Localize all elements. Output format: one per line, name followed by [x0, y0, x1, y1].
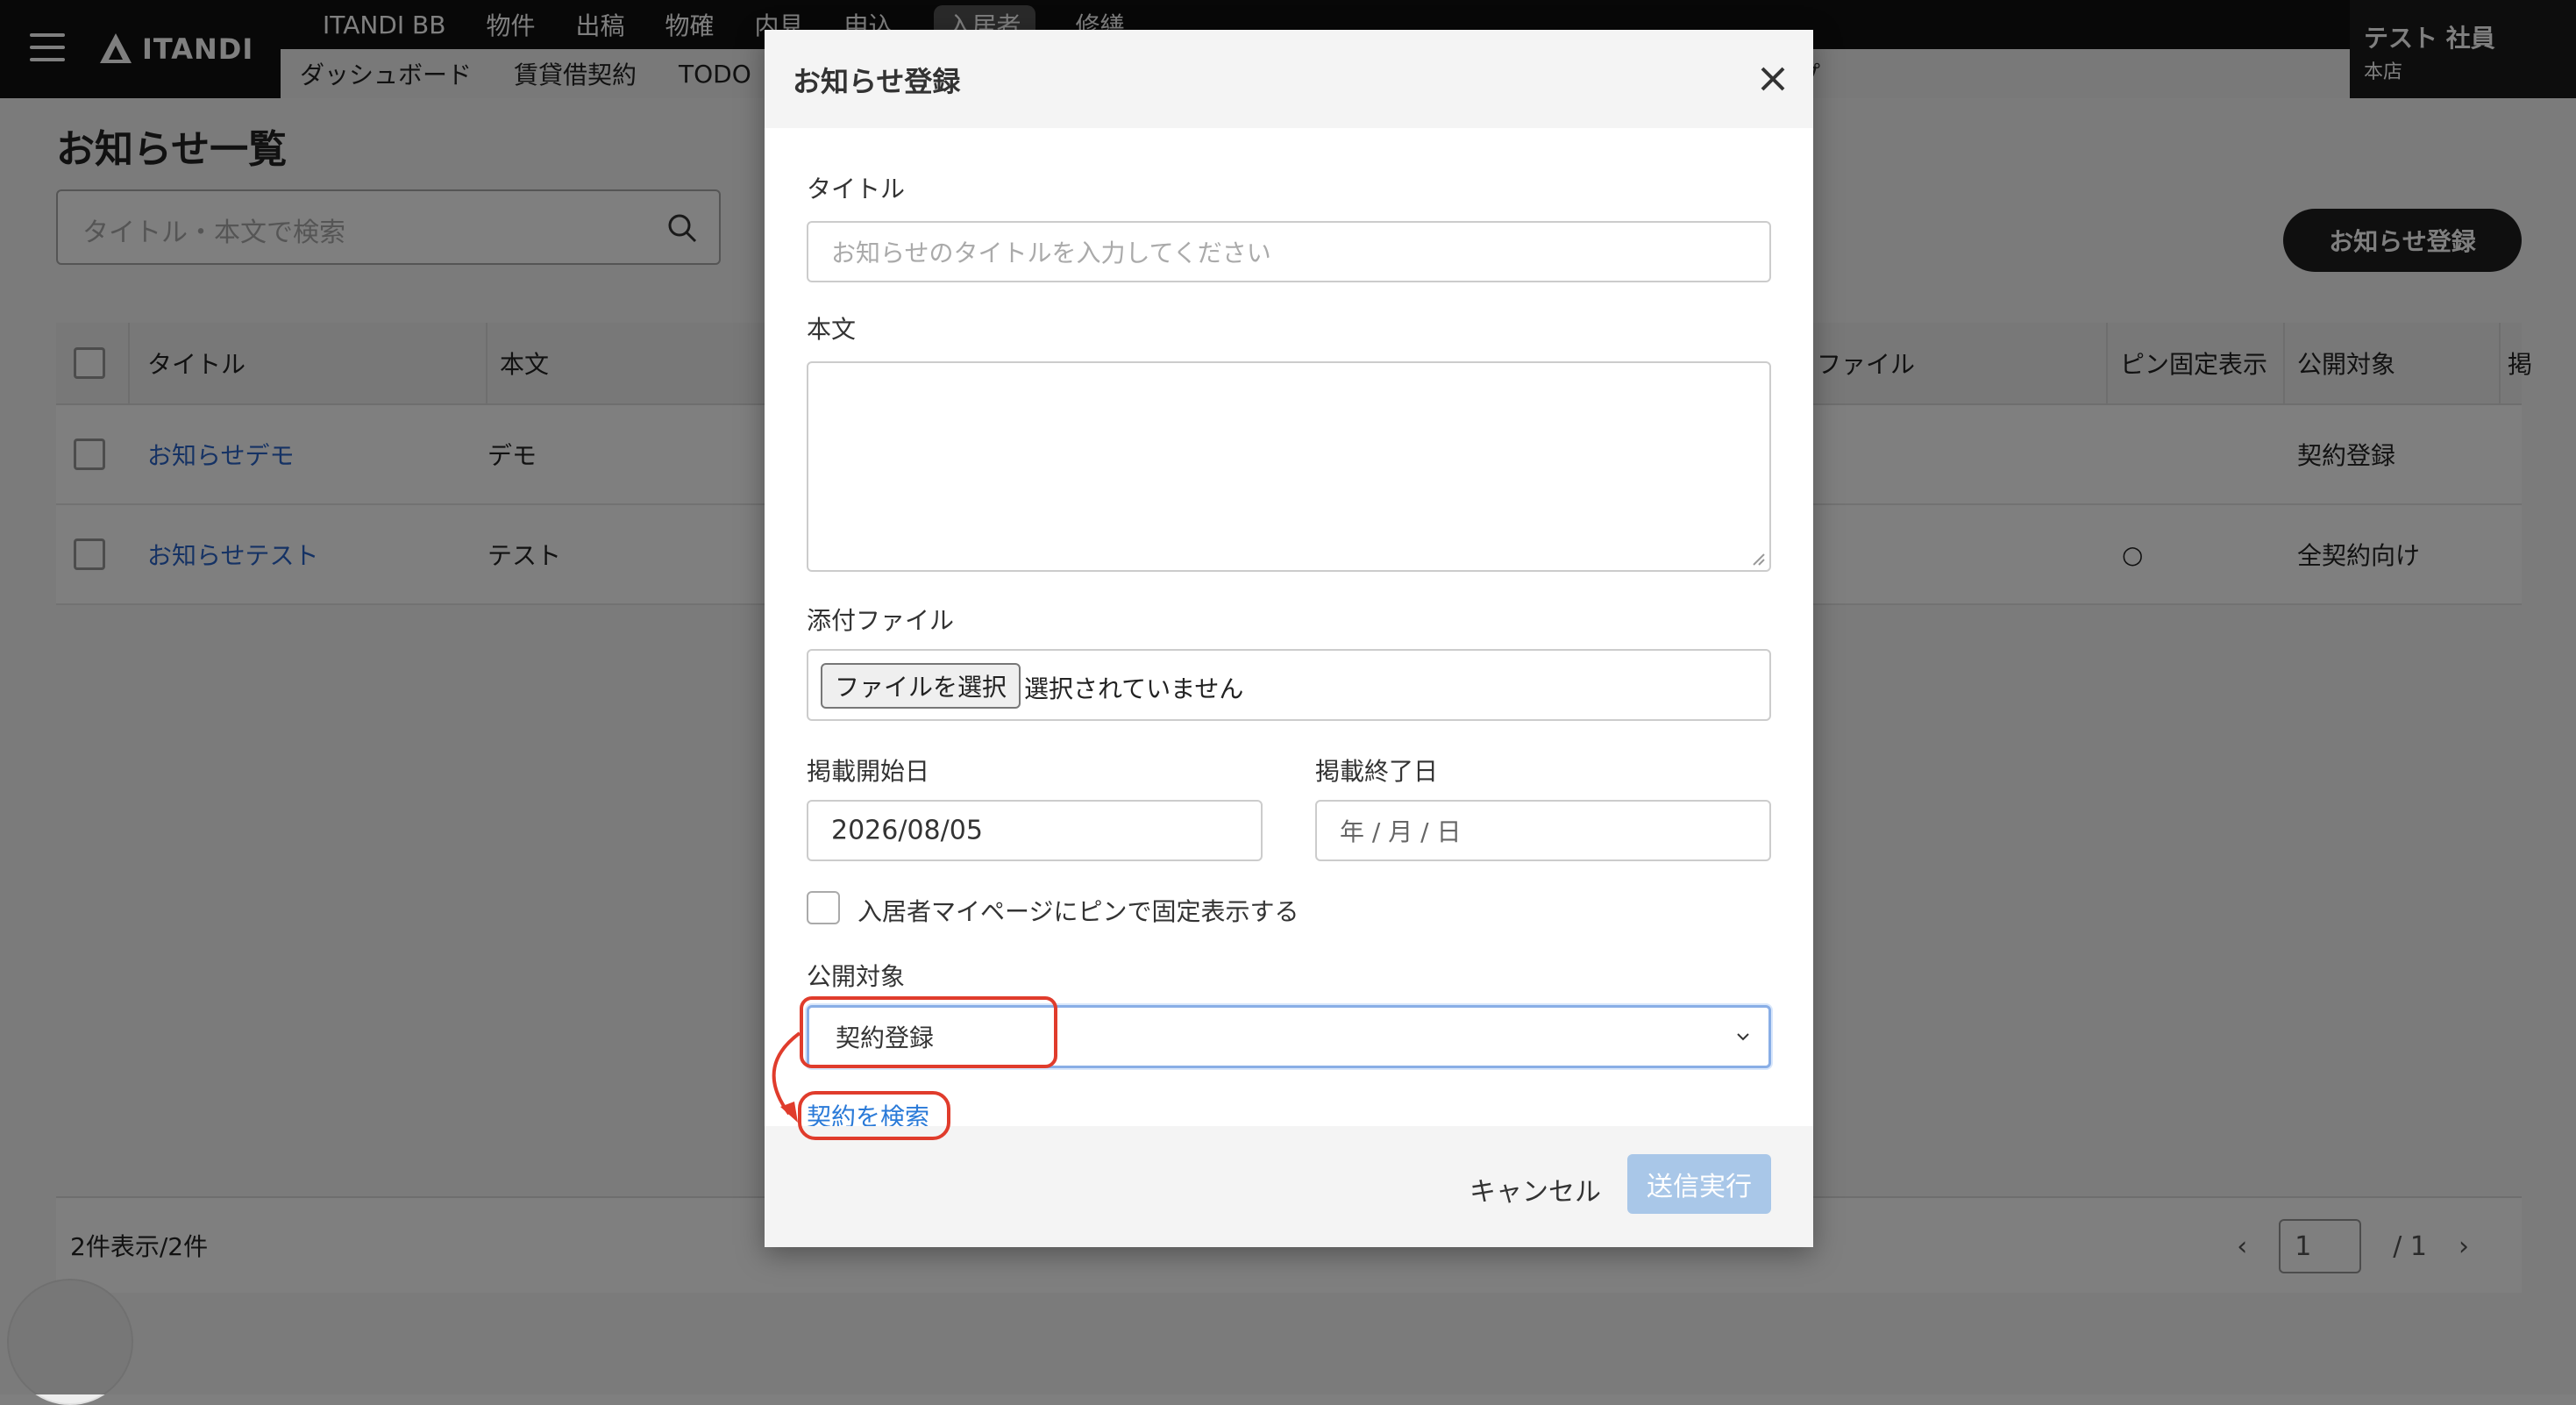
body-textarea[interactable]	[807, 361, 1771, 572]
body-label: 本文	[807, 315, 857, 344]
modal-title: お知らせ登録	[793, 65, 961, 98]
highlight-target-select	[800, 996, 1057, 1068]
modal-header: お知らせ登録	[765, 30, 1813, 128]
end-date-label: 掲載終了日	[1315, 757, 1439, 786]
pin-checkbox[interactable]	[807, 891, 840, 924]
pin-checkbox-label[interactable]: 入居者マイページにピンで固定表示する	[857, 893, 1299, 928]
cancel-button[interactable]: キャンセル	[1469, 1170, 1601, 1209]
title-input[interactable]: お知らせのタイトルを入力してください	[807, 221, 1771, 282]
chevron-down-icon	[1737, 1033, 1749, 1041]
start-date-value: 2026/08/05	[831, 815, 983, 846]
file-input: ファイルを選択 選択されていません	[807, 649, 1771, 721]
resize-handle-icon[interactable]	[1750, 551, 1766, 567]
choose-file-button[interactable]: ファイルを選択	[821, 663, 1021, 709]
target-label: 公開対象	[807, 962, 906, 991]
end-date-input[interactable]: 年 / 月 / 日	[1315, 800, 1771, 861]
attachment-label: 添付ファイル	[807, 606, 955, 635]
annotation-arrow-icon	[772, 1031, 801, 1123]
modal-footer: キャンセル 送信実行	[765, 1126, 1813, 1247]
title-label: タイトル	[807, 175, 906, 203]
file-status: 選択されていません	[1024, 674, 1244, 703]
start-date-label: 掲載開始日	[807, 757, 930, 786]
title-placeholder: お知らせのタイトルを入力してください	[831, 239, 1271, 267]
start-date-input[interactable]: 2026/08/05	[807, 800, 1263, 861]
end-date-placeholder: 年 / 月 / 日	[1340, 817, 1462, 846]
submit-button[interactable]: 送信実行	[1627, 1154, 1771, 1214]
close-icon[interactable]	[1754, 60, 1792, 98]
